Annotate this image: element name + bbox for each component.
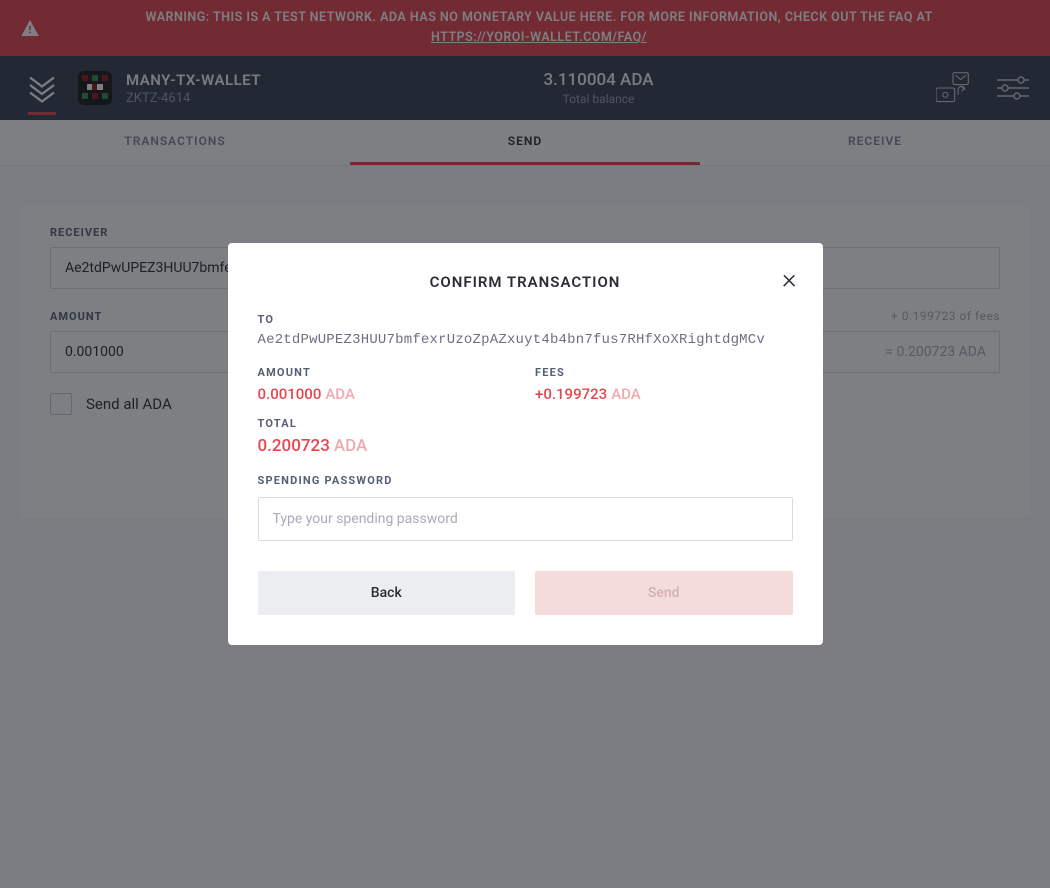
modal-amount-number: 0.001000 bbox=[258, 385, 322, 403]
modal-total-value: 0.200723ADA bbox=[258, 436, 793, 456]
back-button[interactable]: Back bbox=[258, 571, 516, 615]
modal-fees-currency: ADA bbox=[611, 385, 641, 403]
modal-title: CONFIRM TRANSACTION bbox=[258, 273, 793, 291]
modal-fees-number: +0.199723 bbox=[535, 385, 607, 403]
close-icon[interactable]: × bbox=[782, 265, 797, 293]
modal-amount-currency: ADA bbox=[325, 385, 355, 403]
modal-fees-value: +0.199723ADA bbox=[535, 385, 793, 403]
spending-password-label: SPENDING PASSWORD bbox=[258, 474, 793, 487]
modal-total-currency: ADA bbox=[334, 436, 367, 456]
spending-password-input[interactable] bbox=[258, 497, 793, 541]
confirm-transaction-modal: CONFIRM TRANSACTION × TO Ae2tdPwUPEZ3HUU… bbox=[228, 243, 823, 645]
modal-amount-label: AMOUNT bbox=[258, 366, 516, 379]
modal-total-number: 0.200723 bbox=[258, 436, 330, 456]
to-label: TO bbox=[258, 313, 793, 326]
modal-total-label: TOTAL bbox=[258, 417, 793, 430]
send-button[interactable]: Send bbox=[535, 571, 793, 615]
modal-amount-value: 0.001000ADA bbox=[258, 385, 516, 403]
to-address: Ae2tdPwUPEZ3HUU7bmfexrUzoZpAZxuyt4b4bn7f… bbox=[258, 332, 793, 348]
modal-fees-label: FEES bbox=[535, 366, 793, 379]
modal-overlay: CONFIRM TRANSACTION × TO Ae2tdPwUPEZ3HUU… bbox=[0, 0, 1050, 888]
